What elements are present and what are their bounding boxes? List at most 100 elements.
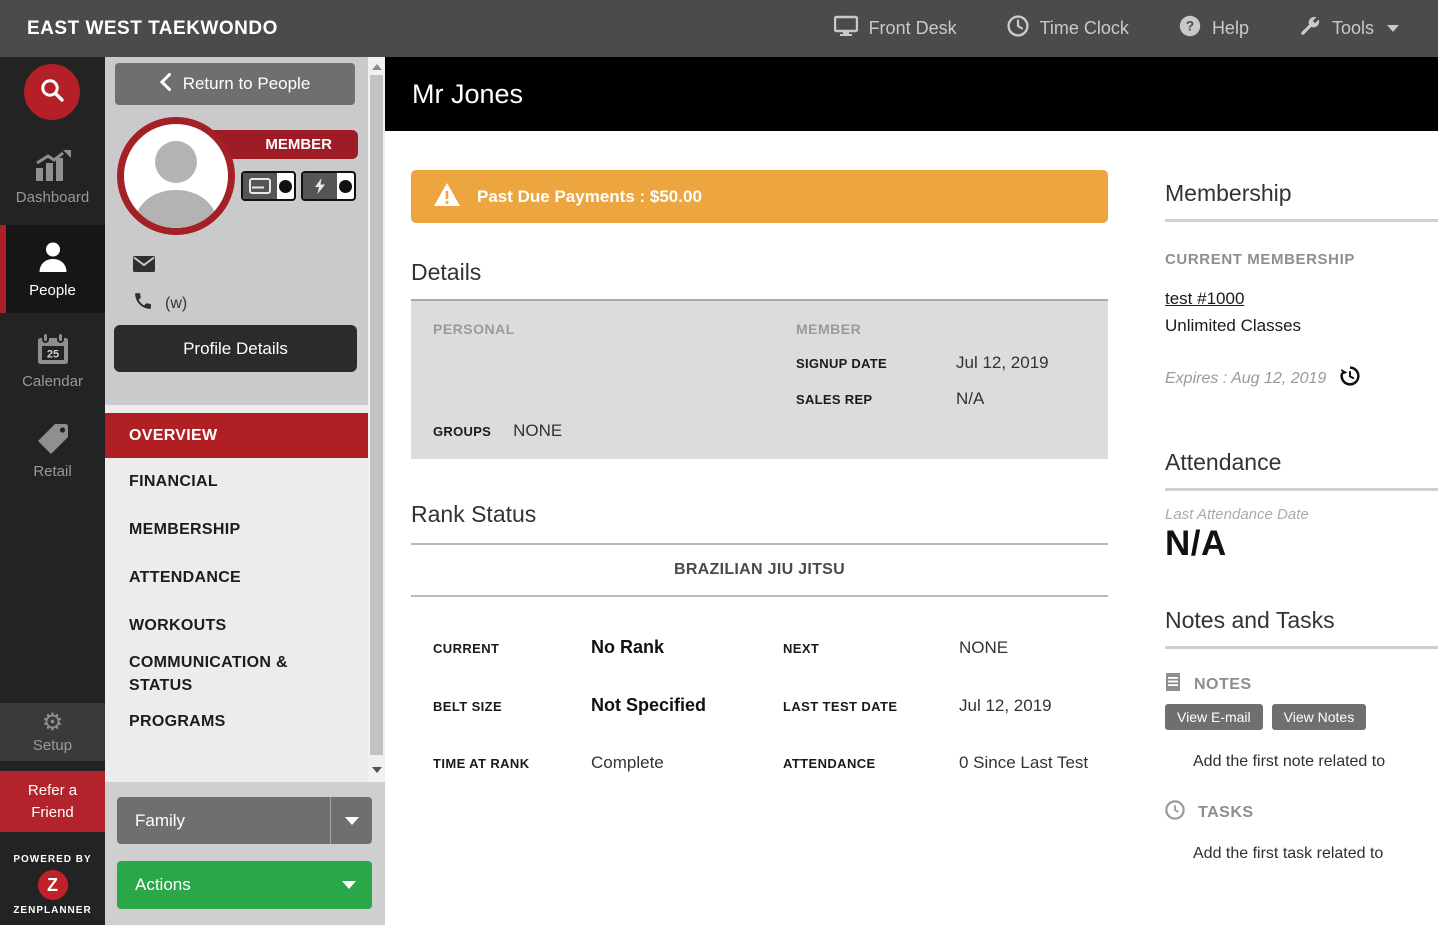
- chevron-down-icon: [1387, 25, 1399, 32]
- sidebar-item-retail[interactable]: Retail: [0, 409, 105, 493]
- chevron-down-icon: [345, 817, 359, 825]
- empty-notes-text: Add the first note related to: [1165, 753, 1438, 771]
- refer-a-friend-button[interactable]: Refer a Friend: [0, 771, 105, 832]
- wrench-icon: [1299, 15, 1321, 42]
- expires-date: Expires : Aug 12, 2019: [1165, 370, 1326, 388]
- actions-button[interactable]: Actions: [117, 861, 372, 909]
- page-title: Mr Jones: [412, 79, 523, 110]
- membership-heading: Membership: [1165, 180, 1438, 207]
- rank-attendance-value: 0 Since Last Test: [959, 753, 1108, 773]
- scroll-down-arrow[interactable]: [368, 762, 385, 778]
- divider: [1165, 646, 1438, 649]
- phone-icon: [133, 291, 153, 316]
- email-icon[interactable]: [133, 256, 155, 277]
- time-at-rank-value: Complete: [591, 753, 783, 773]
- sidebar-item-people[interactable]: People: [0, 225, 105, 313]
- sales-rep-value: N/A: [956, 389, 984, 409]
- help-button[interactable]: ? Help: [1154, 15, 1274, 42]
- credit-card-status-dot-wrap: [277, 173, 294, 199]
- sidebar-item-calendar[interactable]: 25 Calendar: [0, 319, 105, 403]
- notes-label: NOTES: [1194, 676, 1252, 694]
- sidebar-item-setup[interactable]: ⚙ Setup: [0, 703, 105, 761]
- tasks-clock-icon: [1165, 800, 1185, 825]
- tab-membership[interactable]: MEMBERSHIP: [105, 506, 368, 554]
- last-attendance-label: Last Attendance Date: [1165, 506, 1438, 523]
- dashboard-label: Dashboard: [16, 189, 89, 206]
- clock-icon: [1007, 15, 1029, 42]
- overview-column: Past Due Payments : $50.00 Details PERSO…: [411, 170, 1108, 773]
- chevron-down-icon: [342, 881, 356, 889]
- return-to-people-button[interactable]: Return to People: [115, 63, 355, 105]
- tab-attendance-label: ATTENDANCE: [129, 566, 241, 589]
- tab-overview[interactable]: OVERVIEW: [105, 413, 368, 458]
- front-desk-label: Front Desk: [869, 18, 957, 39]
- scroll-up-arrow[interactable]: [368, 59, 385, 75]
- tab-financial[interactable]: FINANCIAL: [105, 458, 368, 506]
- profile-nav: OVERVIEW FINANCIAL MEMBERSHIP ATTENDANCE…: [105, 405, 368, 782]
- tools-menu-button[interactable]: Tools: [1274, 15, 1424, 42]
- refer-a-friend-label: Refer a Friend: [18, 780, 88, 824]
- divider: [411, 595, 1108, 597]
- tab-workouts[interactable]: WORKOUTS: [105, 602, 368, 650]
- tab-communication-status-label: COMMUNICATION & STATUS: [129, 651, 299, 697]
- profile-details-button[interactable]: Profile Details: [114, 325, 357, 372]
- belt-size-value: Not Specified: [591, 695, 783, 716]
- family-dropdown[interactable]: Family: [117, 797, 372, 844]
- view-notes-button[interactable]: View Notes: [1272, 704, 1367, 730]
- details-panel: PERSONAL GROUPS NONE MEMBER SIGNUP DATE …: [411, 299, 1108, 459]
- status-dot: [279, 180, 292, 193]
- help-icon: ?: [1179, 15, 1201, 42]
- family-dropdown-value: Family: [135, 811, 185, 831]
- phone-row: (w): [133, 291, 187, 316]
- top-bar: EAST WEST TAEKWONDO Front Desk Time Cloc…: [0, 0, 1438, 57]
- time-clock-button[interactable]: Time Clock: [982, 15, 1154, 42]
- tab-communication-status[interactable]: COMMUNICATION & STATUS: [105, 650, 368, 698]
- past-due-alert[interactable]: Past Due Payments : $50.00: [411, 170, 1108, 223]
- tab-attendance[interactable]: ATTENDANCE: [105, 554, 368, 602]
- tag-icon: [35, 422, 71, 456]
- top-nav: Front Desk Time Clock ? Help Tools: [809, 15, 1424, 42]
- profile-sidebar-scroll-area: Return to People MEMBER: [105, 57, 385, 782]
- chevron-left-icon: [160, 73, 171, 96]
- ach-status-chip[interactable]: [301, 171, 356, 201]
- member-badge-label: MEMBER: [265, 136, 332, 153]
- svg-text:?: ?: [1186, 19, 1194, 34]
- actions-label: Actions: [135, 875, 191, 895]
- next-rank-value: NONE: [959, 638, 1108, 658]
- scrollbar-thumb[interactable]: [370, 75, 383, 755]
- family-caret[interactable]: [330, 797, 372, 844]
- time-at-rank-label: TIME AT RANK: [433, 756, 591, 771]
- view-email-button[interactable]: View E-mail: [1165, 704, 1263, 730]
- search-button[interactable]: [24, 64, 80, 120]
- content-area: Past Due Payments : $50.00 Details PERSO…: [385, 131, 1438, 925]
- history-icon[interactable]: [1340, 366, 1360, 391]
- sidebar-item-dashboard[interactable]: Dashboard: [0, 137, 105, 219]
- notes-buttons: View E-mail View Notes: [1165, 704, 1438, 730]
- tab-programs[interactable]: PROGRAMS: [105, 698, 368, 746]
- sales-rep-label: SALES REP: [796, 389, 956, 409]
- groups-value: NONE: [513, 421, 562, 441]
- current-rank-value: No Rank: [591, 637, 783, 658]
- calendar-icon: 25: [35, 332, 71, 366]
- profile-sidebar: Return to People MEMBER: [105, 57, 385, 925]
- membership-link[interactable]: test #1000: [1165, 289, 1244, 309]
- groups-row: GROUPS NONE: [433, 421, 562, 441]
- details-heading: Details: [411, 259, 1108, 286]
- ach-status-dot-wrap: [337, 173, 354, 199]
- sidebar-scrollbar[interactable]: [368, 57, 385, 782]
- personal-label: PERSONAL: [433, 321, 763, 337]
- avatar[interactable]: [117, 117, 235, 235]
- last-test-date-value: Jul 12, 2019: [959, 696, 1108, 716]
- past-due-alert-text: Past Due Payments : $50.00: [477, 187, 702, 207]
- credit-card-status-chip[interactable]: [241, 171, 296, 201]
- calendar-label: Calendar: [22, 373, 83, 390]
- member-column: MEMBER SIGNUP DATE Jul 12, 2019 SALES RE…: [796, 321, 1086, 409]
- front-desk-button[interactable]: Front Desk: [809, 15, 982, 42]
- personal-column: PERSONAL GROUPS NONE: [433, 321, 763, 445]
- tools-label: Tools: [1332, 18, 1374, 39]
- sales-rep-row: SALES REP N/A: [796, 389, 1086, 409]
- empty-tasks-text: Add the first task related to: [1165, 845, 1438, 863]
- return-to-people-label: Return to People: [183, 74, 311, 94]
- powered-by-zenplanner: POWERED BY Z ZENPLANNER: [0, 845, 105, 925]
- powered-by-label: POWERED BY: [13, 854, 91, 865]
